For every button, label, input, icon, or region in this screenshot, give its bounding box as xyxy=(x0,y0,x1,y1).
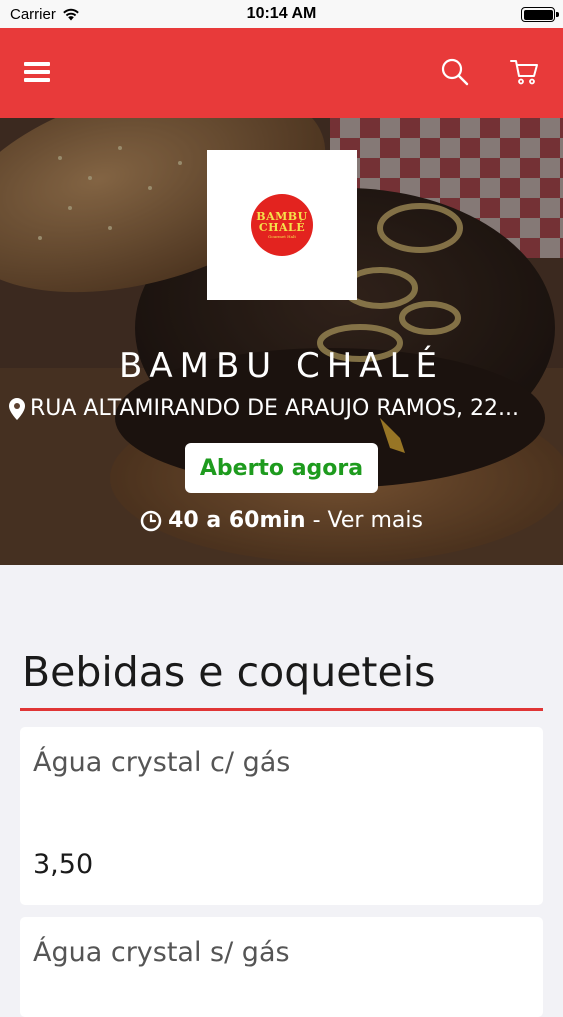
see-more-link[interactable]: Ver mais xyxy=(328,508,423,533)
menu-item-card[interactable]: Água crystal s/ gás xyxy=(20,917,543,1017)
cart-button[interactable] xyxy=(504,52,544,92)
menu-item-card[interactable]: Água crystal c/ gás 3,50 xyxy=(20,727,543,905)
delivery-time: 40 a 60min xyxy=(168,508,306,533)
logo-text-line3: Gourmet Halt xyxy=(268,234,296,239)
delivery-separator: - xyxy=(305,508,328,533)
menu-icon xyxy=(24,62,50,82)
location-pin-icon xyxy=(9,397,25,420)
store-address[interactable]: RUA ALTAMIRANDO DE ARAUJO RAMOS, 22... xyxy=(8,396,558,421)
battery-icon xyxy=(521,7,559,22)
status-bar: Carrier 10:14 AM xyxy=(0,0,563,28)
menu-section-title: Bebidas e coqueteis xyxy=(22,648,436,696)
top-navbar xyxy=(0,28,563,118)
cart-icon xyxy=(510,60,538,85)
store-address-text: RUA ALTAMIRANDO DE ARAUJO RAMOS, 22... xyxy=(30,396,520,421)
clock-icon xyxy=(140,510,162,531)
logo-text-line2: CHALÉ xyxy=(258,221,306,234)
delivery-info[interactable]: 40 a 60min - Ver mais xyxy=(0,508,563,533)
menu-item-price: 3,50 xyxy=(33,849,94,880)
search-icon xyxy=(441,58,469,86)
search-button[interactable] xyxy=(435,52,475,92)
store-name: BAMBU CHALÉ xyxy=(119,346,444,386)
menu-item-name: Água crystal s/ gás xyxy=(33,937,290,968)
store-logo-emblem: BAMBU CHALÉ Gourmet Halt xyxy=(251,194,313,256)
menu-button[interactable] xyxy=(17,52,57,92)
menu-item-name: Água crystal c/ gás xyxy=(33,747,291,778)
open-status-badge: Aberto agora xyxy=(185,443,378,493)
store-hero-banner: BAMBU CHALÉ Gourmet Halt BAMBU CHALÉ RUA… xyxy=(0,118,563,565)
section-divider xyxy=(20,708,543,711)
status-time: 10:14 AM xyxy=(246,5,317,22)
store-logo: BAMBU CHALÉ Gourmet Halt xyxy=(207,150,357,300)
